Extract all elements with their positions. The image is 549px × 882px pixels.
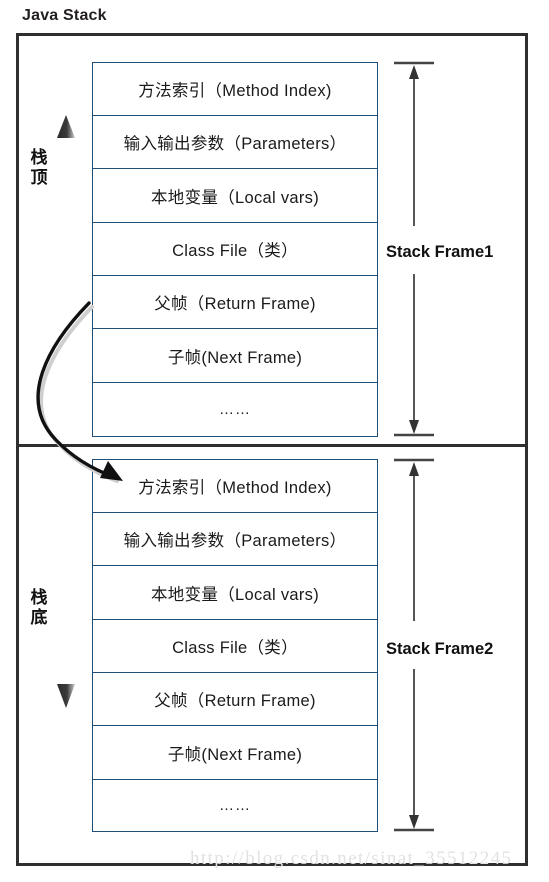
table-row: 输入输出参数（Parameters）: [93, 513, 377, 566]
table-row: 输入输出参数（Parameters）: [93, 116, 377, 169]
table-row: 本地变量（Local vars): [93, 169, 377, 223]
stack-frame-2-table: 方法索引（Method Index) 输入输出参数（Parameters） 本地…: [92, 459, 378, 832]
table-row: 本地变量（Local vars): [93, 566, 377, 620]
stack-bottom-direction-arrow-icon: [57, 553, 75, 708]
frame-divider: [16, 444, 528, 447]
table-row: ……: [219, 401, 251, 418]
table-row: 方法索引（Method Index): [93, 63, 377, 116]
stack-top-label: 栈顶: [30, 148, 48, 188]
table-row: Class File（类）: [93, 223, 377, 276]
table-row: 方法索引（Method Index): [93, 460, 377, 513]
stack-top-direction-arrow-icon: [57, 115, 75, 268]
stack-frame-1-label: Stack Frame1: [386, 243, 494, 261]
page-title: Java Stack: [22, 7, 107, 24]
stack-frame-1-table: 方法索引（Method Index) 输入输出参数（Parameters） 本地…: [92, 62, 378, 437]
stack-bottom-label: 栈底: [30, 588, 48, 628]
table-row: 父帧（Return Frame): [93, 673, 377, 726]
table-row: 父帧（Return Frame): [93, 276, 377, 329]
watermark-text: http://blog.csdn.net/sinat_35512245: [190, 848, 513, 869]
stack-frame-2-label: Stack Frame2: [386, 640, 494, 658]
table-row: ……: [219, 797, 251, 814]
diagram-canvas: Java Stack 方法索引（Method Index) 输入输出参数（Par…: [0, 0, 549, 882]
table-row: 子帧(Next Frame): [93, 726, 377, 780]
table-row: Class File（类）: [93, 620, 377, 673]
table-row: 子帧(Next Frame): [93, 329, 377, 383]
